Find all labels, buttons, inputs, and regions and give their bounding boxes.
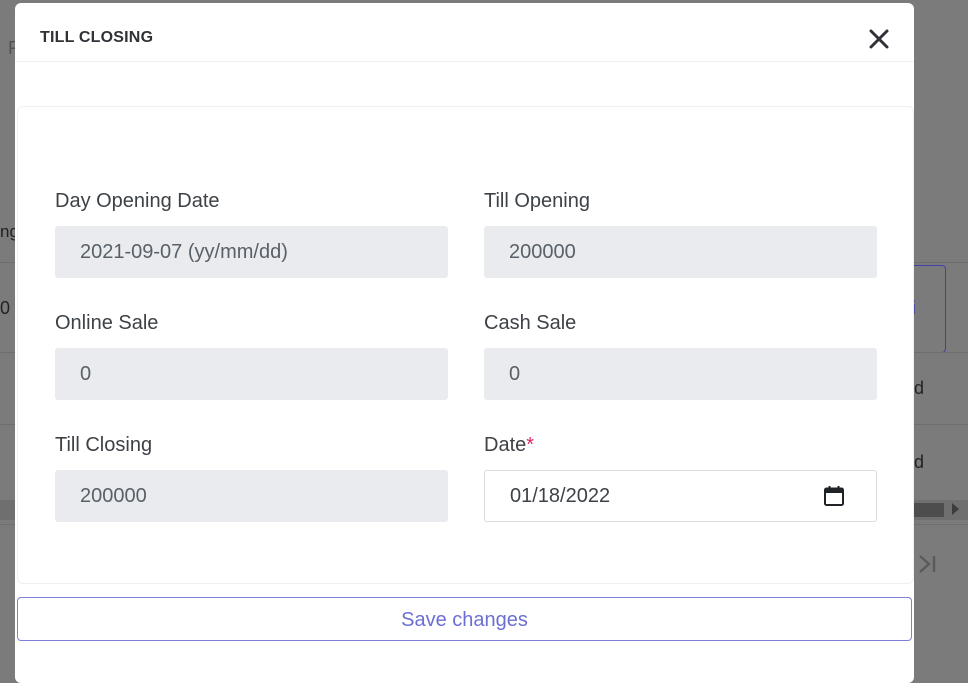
online-sale-field[interactable] [55, 348, 448, 400]
required-asterisk: * [526, 434, 535, 456]
cash-sale-field[interactable] [484, 348, 877, 400]
day-opening-date-label: Day Opening Date [55, 190, 220, 212]
till-opening-field[interactable] [484, 226, 877, 278]
background-cell-fragment: d [914, 378, 925, 398]
close-icon [869, 29, 889, 49]
save-changes-button[interactable]: Save changes [17, 597, 912, 641]
day-opening-date-field[interactable] [55, 226, 448, 278]
till-closing-modal: TILL CLOSING Day Opening Date Till Openi… [15, 3, 914, 683]
online-sale-label: Online Sale [55, 312, 159, 334]
till-opening-label: Till Opening [484, 190, 590, 212]
close-button[interactable] [867, 27, 891, 51]
calendar-icon[interactable] [823, 485, 845, 507]
till-closing-label: Till Closing [55, 434, 153, 456]
date-label-text: Date [484, 434, 527, 456]
till-closing-field[interactable] [55, 470, 448, 522]
date-field[interactable] [484, 470, 877, 522]
modal-header: TILL CLOSING [15, 3, 914, 62]
background-cell-fragment: 0 [0, 298, 11, 318]
background-cell-fragment: d [914, 452, 925, 472]
cash-sale-label: Cash Sale [484, 312, 577, 334]
last-page-icon [916, 553, 938, 581]
form-card: Day Opening Date Till Opening Online Sal… [17, 106, 914, 584]
scroll-right-arrow-icon [952, 503, 959, 515]
modal-title: TILL CLOSING [40, 29, 154, 46]
date-label: Date* [484, 434, 534, 457]
